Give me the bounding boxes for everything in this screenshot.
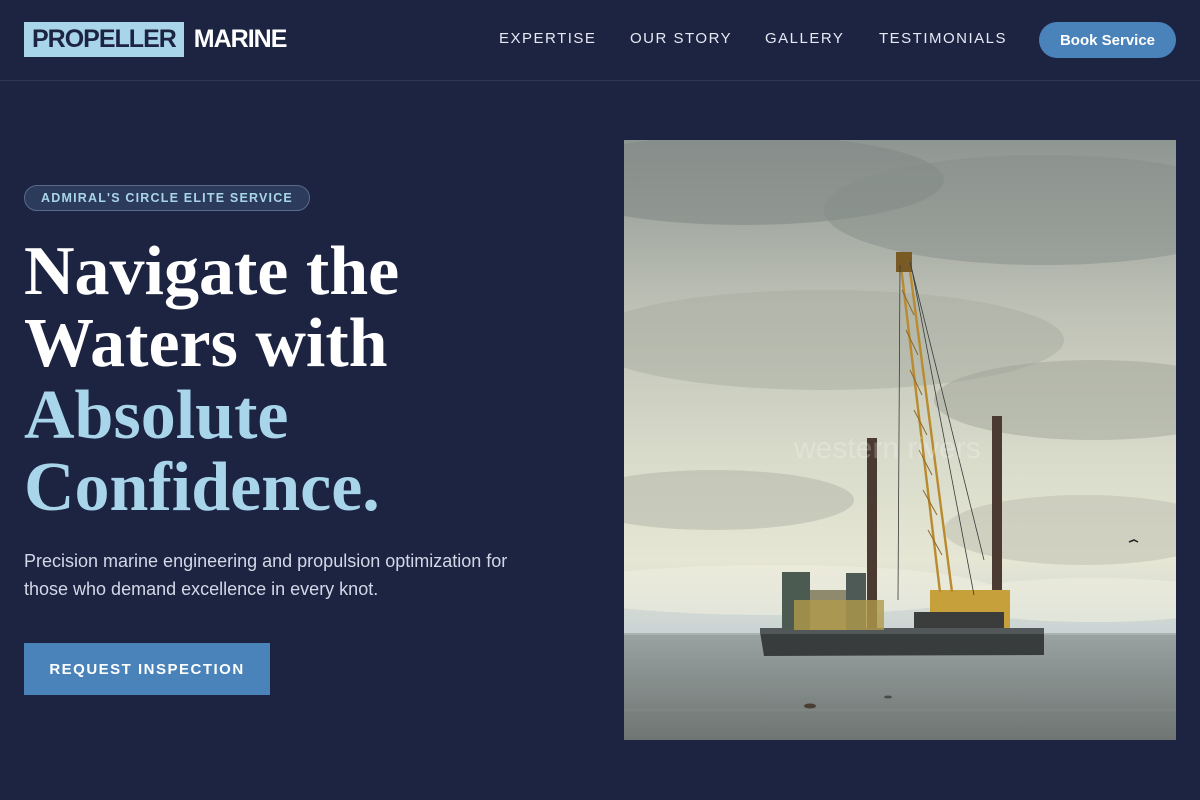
logo-text: MARINE (193, 25, 288, 53)
elite-service-badge: ADMIRAL'S CIRCLE ELITE SERVICE (24, 185, 310, 211)
logo[interactable]: PROPELLER MARINE (24, 22, 288, 57)
hero-headline: Navigate the Waters with Absolute Confid… (24, 236, 584, 524)
book-service-button[interactable]: Book Service (1039, 22, 1176, 58)
logo-box: PROPELLER (24, 22, 184, 57)
nav-expertise[interactable]: EXPERTISE (499, 30, 596, 48)
headline-line-3: Absolute (24, 377, 289, 454)
headline-line-1: Navigate the (24, 233, 400, 310)
hero-subtext: Precision marine engineering and propuls… (24, 551, 508, 599)
hero-photo: western rivers (624, 140, 1176, 740)
nav-our-story[interactable]: OUR STORY (630, 30, 732, 48)
site-header: PROPELLER MARINE EXPERTISE OUR STORY GAL… (0, 0, 1200, 81)
headline-line-2: Waters with (24, 305, 388, 382)
request-inspection-button[interactable]: REQUEST INSPECTION (24, 643, 270, 695)
photo-watermark: western rivers (793, 432, 981, 465)
headline-line-4: Confidence. (24, 449, 380, 526)
barge-crane-photo: western rivers (624, 140, 1176, 740)
nav-testimonials[interactable]: TESTIMONIALS (879, 30, 1007, 48)
nav-gallery[interactable]: GALLERY (765, 30, 844, 48)
